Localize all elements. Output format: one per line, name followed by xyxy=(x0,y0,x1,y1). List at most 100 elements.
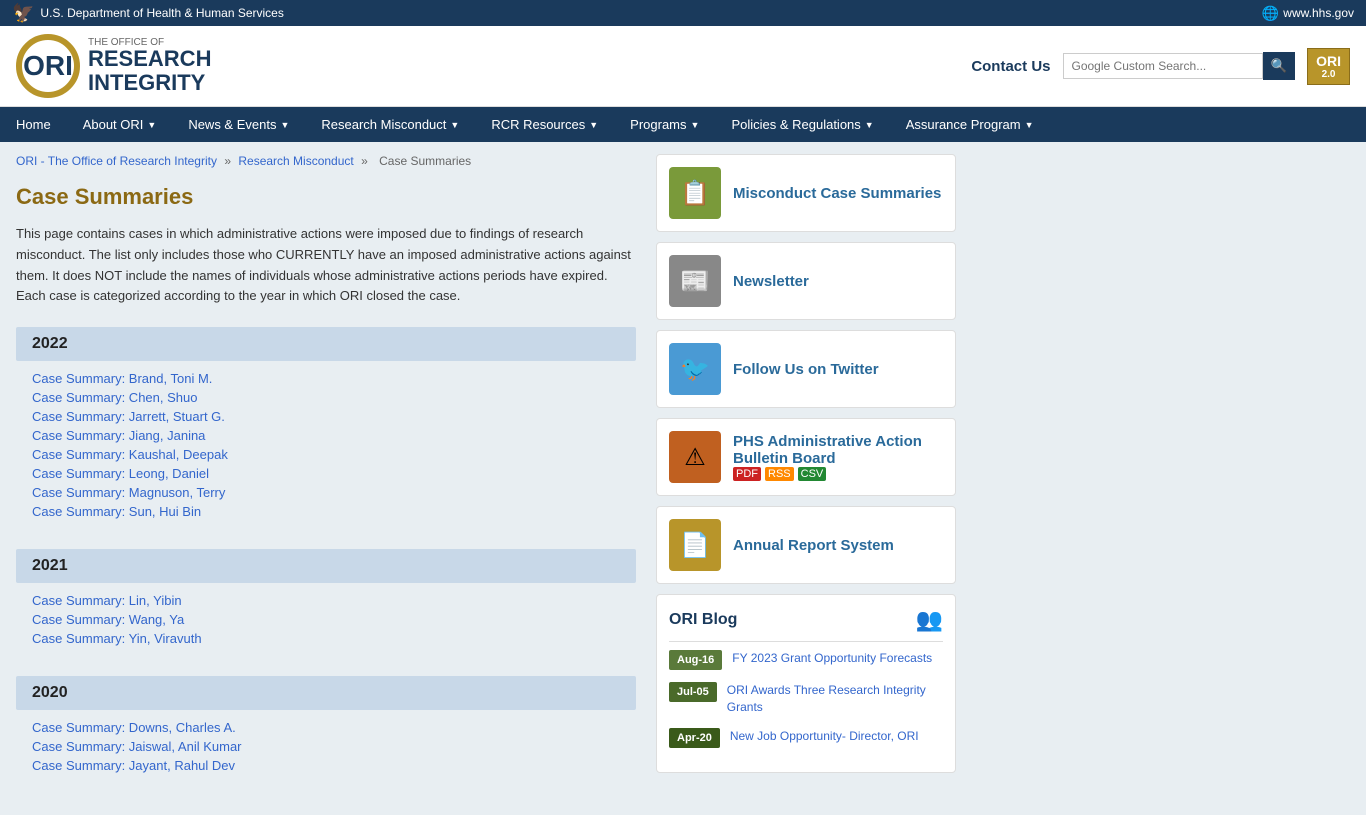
blog-post-link[interactable]: ORI Awards Three Research Integrity Gran… xyxy=(727,682,943,716)
sidebar-card-phs[interactable]: ⚠PHS Administrative Action Bulletin Boar… xyxy=(656,418,956,496)
top-bar: 🦅 U.S. Department of Health & Human Serv… xyxy=(0,0,1366,26)
main-layout: ORI - The Office of Research Integrity »… xyxy=(0,142,1366,815)
hhs-url[interactable]: 🌐 www.hhs.gov xyxy=(1262,5,1354,22)
newsletter-icon: 📰 xyxy=(669,255,721,307)
case-link[interactable]: Case Summary: Kaushal, Deepak xyxy=(32,445,620,464)
sidebar-card-newsletter[interactable]: 📰 Newsletter xyxy=(656,242,956,320)
breadcrumb-sep1: » xyxy=(224,154,231,168)
nav-assurance[interactable]: Assurance Program ▼ xyxy=(890,107,1050,142)
blog-date: Aug-16 xyxy=(669,650,722,670)
case-link[interactable]: Case Summary: Chen, Shuo xyxy=(32,388,620,407)
sidebar-cards: 📋 Misconduct Case Summaries 📰 Newsletter 🐦 Fo… xyxy=(656,154,956,584)
years-container: 2022Case Summary: Brand, Toni M.Case Sum… xyxy=(16,327,636,783)
sidebar-card-title-annual: Annual Report System xyxy=(733,537,894,554)
search-bar: 🔍 xyxy=(1063,52,1296,80)
year-header-2020: 2020 xyxy=(16,676,636,710)
phs-icon: ⚠ xyxy=(669,431,721,483)
logo-letters: ORI xyxy=(23,50,73,82)
nav-home[interactable]: Home xyxy=(0,107,67,142)
blog-post-link[interactable]: New Job Opportunity- Director, ORI xyxy=(730,728,919,745)
blog-title: ORI Blog xyxy=(669,611,737,629)
phs-badges: PDF RSS CSV xyxy=(733,467,943,481)
hhs-eagle-icon: 🦅 xyxy=(12,3,34,24)
nav-programs[interactable]: Programs ▼ xyxy=(614,107,715,142)
badge-sub: 2.0 xyxy=(1316,69,1341,80)
page-title: Case Summaries xyxy=(16,184,636,210)
twitter-icon: 🐦 xyxy=(669,343,721,395)
breadcrumb: ORI - The Office of Research Integrity »… xyxy=(16,154,636,168)
year-section-2020: 2020Case Summary: Downs, Charles A.Case … xyxy=(16,676,636,783)
year-section-2022: 2022Case Summary: Brand, Toni M.Case Sum… xyxy=(16,327,636,529)
badge-top: ORI xyxy=(1316,53,1341,69)
logo-text: THE OFFICE OF RESEARCH INTEGRITY xyxy=(88,37,211,96)
nav-policies[interactable]: Policies & Regulations ▼ xyxy=(715,107,889,142)
annual-icon: 📄 xyxy=(669,519,721,571)
blog-entry: Apr-20 New Job Opportunity- Director, ORI xyxy=(669,728,943,748)
blog-entry: Aug-16 FY 2023 Grant Opportunity Forecast… xyxy=(669,650,943,670)
year-header-2021: 2021 xyxy=(16,549,636,583)
main-nav: Home About ORI ▼ News & Events ▼ Researc… xyxy=(0,107,1366,142)
logo-area[interactable]: ORI THE OFFICE OF RESEARCH INTEGRITY xyxy=(16,34,211,98)
breadcrumb-home[interactable]: ORI - The Office of Research Integrity xyxy=(16,154,217,168)
blog-entries: Aug-16 FY 2023 Grant Opportunity Forecast… xyxy=(669,650,943,748)
year-header-2022: 2022 xyxy=(16,327,636,361)
misconduct-icon: 📋 xyxy=(669,167,721,219)
case-link[interactable]: Case Summary: Jayant, Rahul Dev xyxy=(32,756,620,775)
site-header: ORI THE OFFICE OF RESEARCH INTEGRITY Con… xyxy=(0,26,1366,107)
sidebar: 📋 Misconduct Case Summaries 📰 Newsletter 🐦 Fo… xyxy=(656,154,956,803)
blog-date: Apr-20 xyxy=(669,728,720,748)
sidebar-card-title-twitter: Follow Us on Twitter xyxy=(733,361,879,378)
nav-rcr[interactable]: RCR Resources ▼ xyxy=(475,107,614,142)
blog-entry: Jul-05 ORI Awards Three Research Integrit… xyxy=(669,682,943,716)
case-link[interactable]: Case Summary: Brand, Toni M. xyxy=(32,369,620,388)
search-input[interactable] xyxy=(1063,53,1263,79)
main-content: ORI - The Office of Research Integrity »… xyxy=(16,154,636,803)
contact-us-link[interactable]: Contact Us xyxy=(971,58,1050,75)
case-link[interactable]: Case Summary: Wang, Ya xyxy=(32,610,620,629)
case-link[interactable]: Case Summary: Lin, Yibin xyxy=(32,591,620,610)
sidebar-card-title-newsletter: Newsletter xyxy=(733,273,809,290)
case-link[interactable]: Case Summary: Jiang, Janina xyxy=(32,426,620,445)
header-right: Contact Us 🔍 ORI 2.0 xyxy=(971,48,1350,85)
year-links-2020: Case Summary: Downs, Charles A.Case Summ… xyxy=(16,710,636,783)
year-links-2021: Case Summary: Lin, YibinCase Summary: Wa… xyxy=(16,583,636,656)
sidebar-card-twitter[interactable]: 🐦 Follow Us on Twitter xyxy=(656,330,956,408)
case-link[interactable]: Case Summary: Magnuson, Terry xyxy=(32,483,620,502)
case-link[interactable]: Case Summary: Downs, Charles A. xyxy=(32,718,620,737)
hhs-website: www.hhs.gov xyxy=(1283,6,1354,20)
sidebar-card-misconduct[interactable]: 📋 Misconduct Case Summaries xyxy=(656,154,956,232)
sidebar-card-title-phs: PHS Administrative Action Bulletin Board… xyxy=(733,433,943,481)
blog-people-icon: 👥 xyxy=(916,607,943,633)
breadcrumb-sep2: » xyxy=(361,154,368,168)
pdf-badge[interactable]: PDF xyxy=(733,467,761,481)
sidebar-card-annual[interactable]: 📄 Annual Report System xyxy=(656,506,956,584)
case-link[interactable]: Case Summary: Jarrett, Stuart G. xyxy=(32,407,620,426)
research-label: RESEARCH xyxy=(88,48,211,70)
breadcrumb-misconduct[interactable]: Research Misconduct xyxy=(238,154,353,168)
nav-news[interactable]: News & Events ▼ xyxy=(172,107,305,142)
case-link[interactable]: Case Summary: Yin, Viravuth xyxy=(32,629,620,648)
integrity-label: INTEGRITY xyxy=(88,70,211,96)
blog-header: ORI Blog 👥 xyxy=(669,607,943,642)
blog-section: ORI Blog 👥 Aug-16 FY 2023 Grant Opportuni… xyxy=(656,594,956,773)
csv-badge[interactable]: CSV xyxy=(798,467,827,481)
sidebar-card-title-misconduct: Misconduct Case Summaries xyxy=(733,185,941,202)
blog-post-link[interactable]: FY 2023 Grant Opportunity Forecasts xyxy=(732,650,932,667)
hhs-text: U.S. Department of Health & Human Servic… xyxy=(40,6,283,20)
breadcrumb-current: Case Summaries xyxy=(379,154,471,168)
hhs-branding: 🦅 U.S. Department of Health & Human Serv… xyxy=(12,3,284,24)
ori-logo: ORI xyxy=(16,34,80,98)
rss-badge[interactable]: RSS xyxy=(765,467,794,481)
search-button[interactable]: 🔍 xyxy=(1263,52,1296,80)
case-link[interactable]: Case Summary: Sun, Hui Bin xyxy=(32,502,620,521)
page-description: This page contains cases in which admini… xyxy=(16,224,636,307)
case-link[interactable]: Case Summary: Jaiswal, Anil Kumar xyxy=(32,737,620,756)
year-links-2022: Case Summary: Brand, Toni M.Case Summary… xyxy=(16,361,636,529)
year-section-2021: 2021Case Summary: Lin, YibinCase Summary… xyxy=(16,549,636,656)
nav-about[interactable]: About ORI ▼ xyxy=(67,107,173,142)
nav-misconduct[interactable]: Research Misconduct ▼ xyxy=(305,107,475,142)
case-link[interactable]: Case Summary: Leong, Daniel xyxy=(32,464,620,483)
globe-icon: 🌐 xyxy=(1262,5,1279,22)
blog-date: Jul-05 xyxy=(669,682,717,702)
ori-badge: ORI 2.0 xyxy=(1307,48,1350,85)
